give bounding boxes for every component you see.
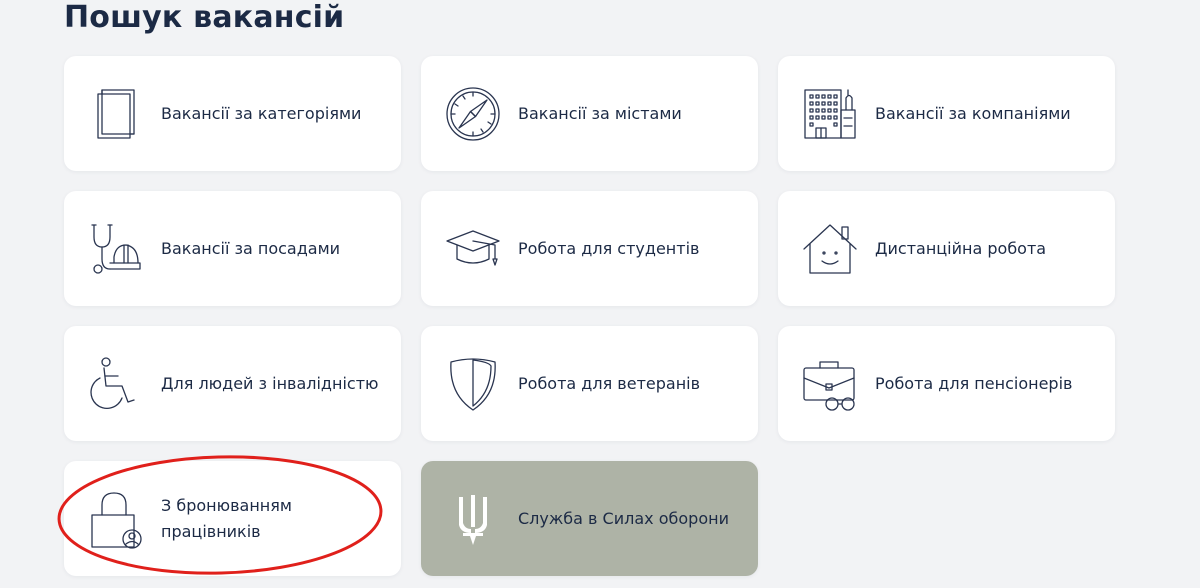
office-building-icon	[802, 84, 858, 144]
card-defense-forces-service[interactable]: Служба в Силах оборони	[421, 461, 758, 576]
card-label: Служба в Силах оборони	[518, 508, 729, 528]
briefcase-glasses-icon	[802, 354, 858, 414]
card-jobs-for-pensioners[interactable]: Робота для пенсіонерів	[778, 326, 1115, 441]
card-label: Дистанційна робота	[875, 238, 1047, 258]
documents-icon	[88, 84, 144, 144]
vacancy-search-page: Пошук вакансій Вакансії за категоріями В…	[0, 0, 1200, 588]
card-vacancies-by-category[interactable]: Вакансії за категоріями	[64, 56, 401, 171]
shield-icon	[445, 354, 501, 414]
card-label: Для людей з інвалідністю	[161, 373, 379, 393]
card-label: Вакансії за посадами	[161, 238, 341, 258]
trident-icon	[445, 489, 501, 549]
card-label: Вакансії за містами	[518, 103, 682, 123]
card-vacancies-by-city[interactable]: Вакансії за містами	[421, 56, 758, 171]
card-label: Робота для пенсіонерів	[875, 373, 1073, 393]
vacancy-category-grid: Вакансії за категоріями Вакансії за міст…	[64, 56, 1115, 576]
card-with-employee-reservation[interactable]: З бронюванням працівників	[64, 461, 401, 576]
graduation-cap-icon	[445, 219, 501, 279]
wheelchair-icon	[88, 354, 144, 414]
card-label: Вакансії за компаніями	[875, 103, 1071, 123]
card-label: Робота для студентів	[518, 238, 700, 258]
card-vacancies-by-company[interactable]: Вакансії за компаніями	[778, 56, 1115, 171]
card-jobs-for-students[interactable]: Робота для студентів	[421, 191, 758, 306]
card-vacancies-by-position[interactable]: Вакансії за посадами	[64, 191, 401, 306]
lock-person-icon	[88, 489, 144, 549]
card-label: Вакансії за категоріями	[161, 103, 362, 123]
card-label: Робота для ветеранів	[518, 373, 701, 393]
card-people-with-disabilities[interactable]: Для людей з інвалідністю	[64, 326, 401, 441]
card-remote-work[interactable]: Дистанційна робота	[778, 191, 1115, 306]
smiling-house-icon	[802, 219, 858, 279]
stethoscope-helmet-icon	[88, 219, 144, 279]
card-label: З бронюванням працівників	[161, 495, 292, 541]
compass-icon	[445, 84, 501, 144]
page-title: Пошук вакансій	[64, 0, 345, 35]
card-jobs-for-veterans[interactable]: Робота для ветеранів	[421, 326, 758, 441]
